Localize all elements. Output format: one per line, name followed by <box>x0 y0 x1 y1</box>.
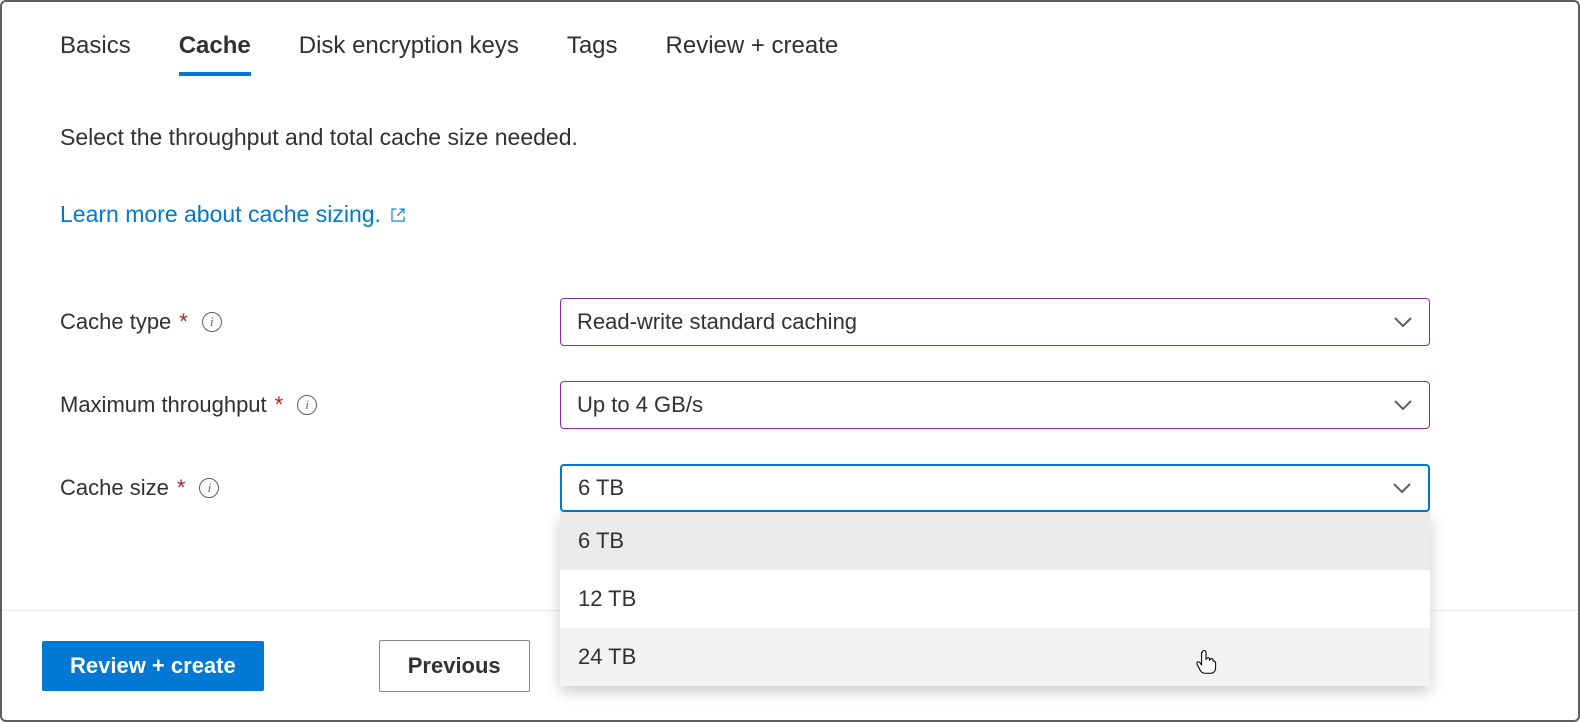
tab-bar: Basics Cache Disk encryption keys Tags R… <box>60 32 1520 76</box>
cache-size-dropdown[interactable]: 6 TB <box>560 464 1430 512</box>
chevron-down-icon <box>1393 316 1413 328</box>
review-create-button[interactable]: Review + create <box>42 641 264 691</box>
cache-size-option[interactable]: 6 TB <box>560 512 1430 570</box>
info-icon[interactable]: i <box>297 395 317 415</box>
cache-type-dropdown[interactable]: Read-write standard caching <box>560 298 1430 346</box>
max-throughput-dropdown[interactable]: Up to 4 GB/s <box>560 381 1430 429</box>
tab-disk-encryption[interactable]: Disk encryption keys <box>299 32 519 76</box>
max-throughput-label: Maximum throughput * i <box>60 392 560 418</box>
max-throughput-value: Up to 4 GB/s <box>577 392 703 418</box>
pointer-cursor-icon <box>1192 647 1220 675</box>
cache-type-value: Read-write standard caching <box>577 309 857 335</box>
required-indicator: * <box>275 392 284 418</box>
cache-size-value: 6 TB <box>578 475 624 501</box>
required-indicator: * <box>177 475 186 501</box>
cache-type-label: Cache type * i <box>60 309 560 335</box>
tab-tags[interactable]: Tags <box>567 32 618 76</box>
previous-button[interactable]: Previous <box>379 640 530 692</box>
chevron-down-icon <box>1393 399 1413 411</box>
chevron-down-icon <box>1392 482 1412 494</box>
tab-cache[interactable]: Cache <box>179 32 251 76</box>
learn-more-link[interactable]: Learn more about cache sizing. <box>60 201 407 228</box>
cache-size-option[interactable]: 24 TB <box>560 628 1430 686</box>
learn-more-text: Learn more about cache sizing. <box>60 201 381 228</box>
required-indicator: * <box>179 309 188 335</box>
external-link-icon <box>389 206 407 224</box>
info-icon[interactable]: i <box>202 312 222 332</box>
info-icon[interactable]: i <box>199 478 219 498</box>
page-description: Select the throughput and total cache si… <box>60 124 1520 151</box>
cache-size-label: Cache size * i <box>60 475 560 501</box>
cache-size-option[interactable]: 12 TB <box>560 570 1430 628</box>
tab-review[interactable]: Review + create <box>666 32 839 76</box>
cache-size-options: 6 TB 12 TB 24 TB <box>560 512 1430 686</box>
tab-basics[interactable]: Basics <box>60 32 131 76</box>
